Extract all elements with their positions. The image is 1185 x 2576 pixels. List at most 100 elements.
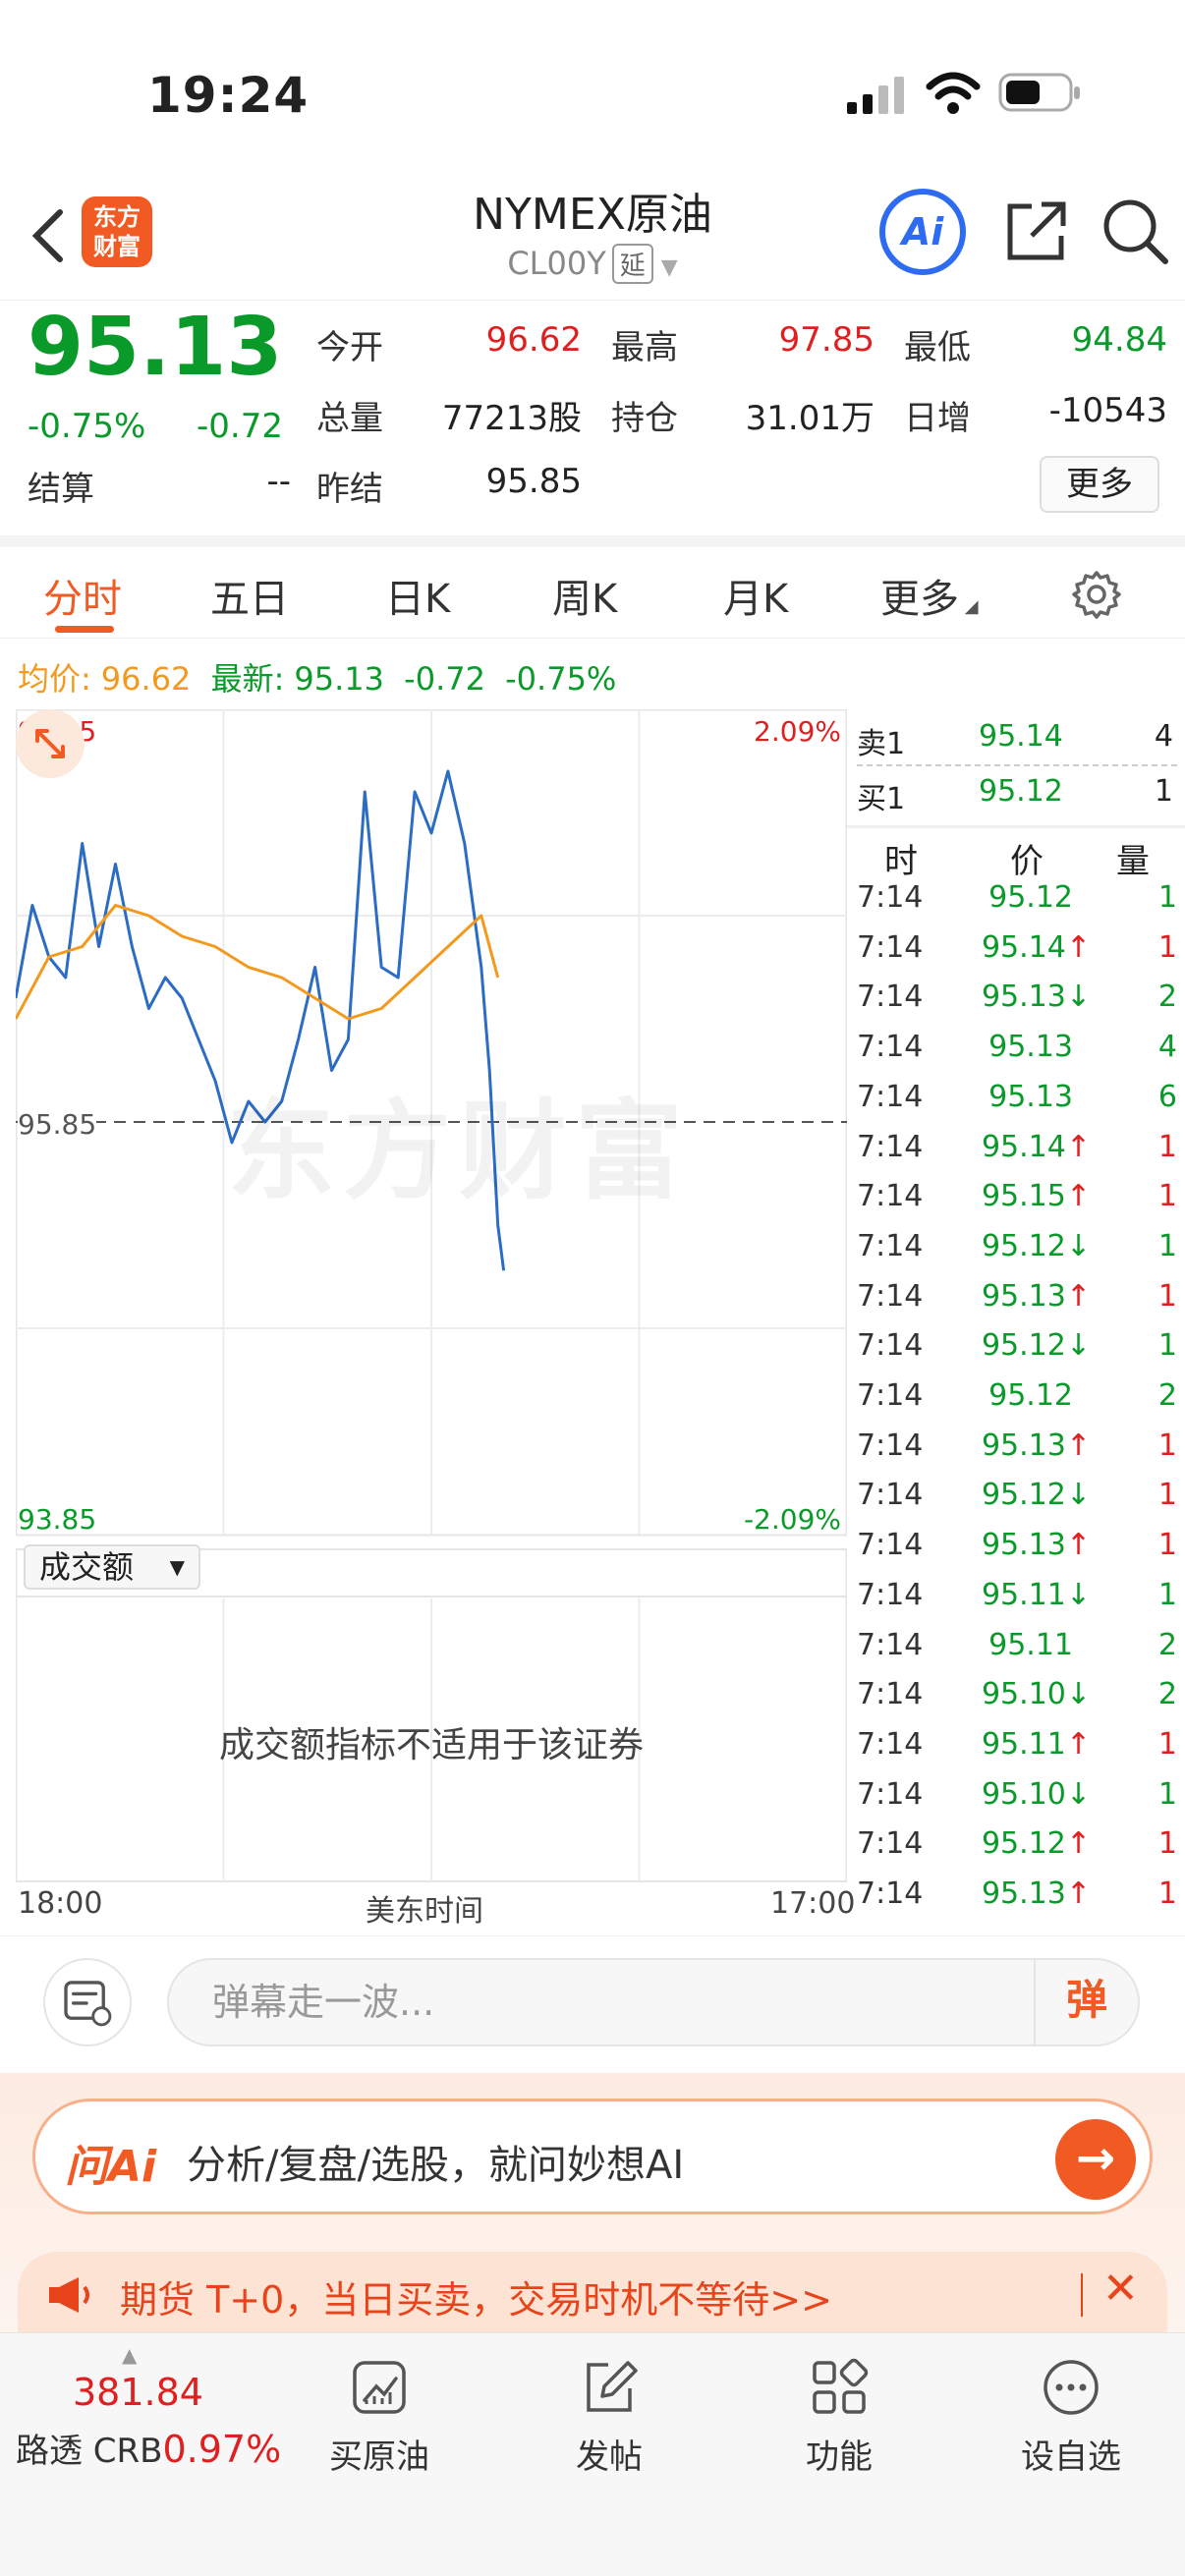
ask-price: 95.14: [979, 719, 1063, 754]
tick-row: 7:14 95.11↓ 1: [847, 1572, 1185, 1622]
tick-panel: 卖1 95.14 4 买1 95.12 1 时 价 量 7:14 95.12 1 7:…: [847, 709, 1185, 1923]
tab-weekly-k[interactable]: 周K: [552, 567, 617, 624]
tick-price-value: 95.11: [981, 1726, 1066, 1762]
indicator-select-label: 成交额: [39, 1548, 135, 1586]
tick-price: 95.12↑: [965, 1826, 1091, 1861]
avg-value: 96.62: [100, 660, 192, 698]
avg-label: 均价:: [18, 660, 91, 698]
ask-ai-text: 分析/复盘/选股，就问妙想AI: [187, 2143, 685, 2188]
down-arrow-icon: ↓: [1065, 1478, 1091, 1513]
arrow-right-icon[interactable]: →: [1055, 2119, 1136, 2200]
promo-banner[interactable]: 期货 T+0，当日买卖，交易时机不等待>> ✕: [18, 2252, 1167, 2338]
more-button[interactable]: 更多: [1040, 456, 1159, 513]
caret-icon: ◢: [959, 596, 979, 617]
indicator-select[interactable]: 成交额 ▼: [24, 1544, 200, 1590]
tick-price-value: 95.13: [981, 1528, 1066, 1563]
up-arrow-icon: ↑: [1065, 1826, 1091, 1862]
ask-label: 卖1: [857, 727, 906, 761]
edit-icon: [587, 2361, 638, 2412]
ask-ai-bar[interactable]: 问Ai 分析/复盘/选股，就问妙想AI →: [32, 2099, 1153, 2214]
y-max-pct-label: 2.09%: [754, 715, 841, 748]
low-value: 94.84: [1071, 320, 1167, 360]
tick-time: 7:14: [857, 1726, 924, 1762]
close-icon[interactable]: ✕: [1102, 2264, 1139, 2314]
tick-volume: 2: [1157, 980, 1177, 1015]
tick-time: 7:14: [857, 1228, 924, 1263]
settle-label: 结算: [28, 470, 94, 509]
tick-price-value: 95.12: [981, 1478, 1066, 1513]
x-start-label: 18:00: [18, 1886, 103, 1921]
tick-price-value: 95.11: [981, 1577, 1066, 1612]
tick-row: 7:14 95.11↑ 1: [847, 1721, 1185, 1771]
tick-row: 7:14 95.11 2: [847, 1622, 1185, 1672]
tick-volume: 1: [1157, 1428, 1177, 1463]
search-icon[interactable]: [1100, 196, 1169, 265]
tab-more-label: 更多: [880, 577, 959, 622]
delay-tag: 延: [611, 244, 653, 284]
danmaku-input[interactable]: 弹幕走一波... 弹: [167, 1958, 1140, 2046]
tick-price: 95.10↓: [965, 1677, 1091, 1711]
tick-price: 95.11↑: [965, 1727, 1091, 1762]
tick-volume: 2: [1157, 1378, 1177, 1413]
danmaku-settings-icon[interactable]: [43, 1958, 132, 2046]
tick-row: 7:14 95.14↑ 1: [847, 924, 1185, 975]
danmaku-send-button[interactable]: 弹: [1034, 1958, 1138, 2046]
tick-price-value: 95.13: [988, 1079, 1073, 1114]
wifi-icon: [926, 72, 981, 114]
y-min-label: 93.85: [18, 1503, 97, 1536]
open-value: 96.62: [485, 320, 582, 360]
nav-add-watchlist[interactable]: 设自选: [992, 2357, 1150, 2478]
tick-price-value: 95.13: [981, 1428, 1066, 1463]
bid-label: 买1: [857, 782, 906, 816]
average-line: [16, 904, 500, 1021]
prev-settle-label: 昨结: [316, 470, 383, 509]
settle-value: --: [266, 462, 291, 501]
tick-price-value: 95.14: [981, 929, 1066, 965]
tick-time: 7:14: [857, 1876, 924, 1911]
tick-time: 7:14: [857, 1328, 924, 1364]
tick-price-value: 95.12: [981, 1328, 1066, 1364]
index-name-row: 路透 CRB0.97%: [16, 2424, 281, 2472]
low-label: 最低: [904, 328, 971, 367]
promo-text: 期货 T+0，当日买卖，交易时机不等待>>: [120, 2278, 832, 2322]
collapse-arrow-icon: ▲: [122, 2343, 138, 2367]
nav-functions[interactable]: 功能: [761, 2357, 918, 2478]
x-end-label: 17:00: [770, 1886, 856, 1921]
expand-icon[interactable]: [16, 709, 85, 778]
tick-row: 7:14 95.13 6: [847, 1074, 1185, 1124]
x-axis-label: 美东时间: [366, 1894, 483, 1929]
tick-price: 95.13↑: [965, 1876, 1091, 1911]
tick-row: 7:14 95.13↑ 1: [847, 1273, 1185, 1323]
tab-intraday[interactable]: 分时: [43, 567, 122, 624]
share-icon[interactable]: [1002, 196, 1071, 265]
high-value: 97.85: [778, 320, 875, 360]
latest-change: -0.72: [404, 660, 485, 698]
tick-volume: 1: [1157, 1726, 1177, 1762]
tab-daily-k[interactable]: 日K: [385, 567, 450, 624]
tick-row: 7:14 95.12 1: [847, 874, 1185, 924]
megaphone-icon: [49, 2277, 89, 2313]
latest-value: 95.13: [294, 660, 384, 698]
tick-time: 7:14: [857, 1079, 924, 1114]
tick-price: 95.12: [965, 1378, 1091, 1413]
tab-monthly-k[interactable]: 月K: [723, 567, 788, 624]
tick-price: 95.11: [965, 1628, 1091, 1662]
tick-volume: 1: [1157, 929, 1177, 965]
danmaku-placeholder: 弹幕走一波...: [212, 1981, 435, 2024]
gear-icon[interactable]: [1071, 569, 1122, 620]
nav-buy-oil[interactable]: 买原油: [301, 2357, 458, 2478]
tick-row: 7:14 95.10↓ 2: [847, 1671, 1185, 1721]
nav-post[interactable]: 发帖: [531, 2357, 688, 2478]
bid-volume: 1: [1154, 774, 1173, 809]
daily-increase-value: -10543: [1048, 391, 1167, 430]
nav-functions-label: 功能: [806, 2437, 873, 2477]
tick-time: 7:14: [857, 1030, 924, 1065]
intraday-chart[interactable]: 东方财富 97.85 2.09% 95.85 93.85 -2.09% 成交额 …: [16, 709, 847, 1882]
tick-time: 7:14: [857, 980, 924, 1015]
open-interest-value: 31.01万: [745, 399, 875, 438]
grid-icon: [813, 2358, 869, 2414]
tab-more[interactable]: 更多 ◢: [880, 567, 979, 624]
ai-button[interactable]: Ai: [879, 189, 966, 275]
bid-price: 95.12: [979, 774, 1063, 809]
tab-five-day[interactable]: 五日: [210, 567, 289, 624]
